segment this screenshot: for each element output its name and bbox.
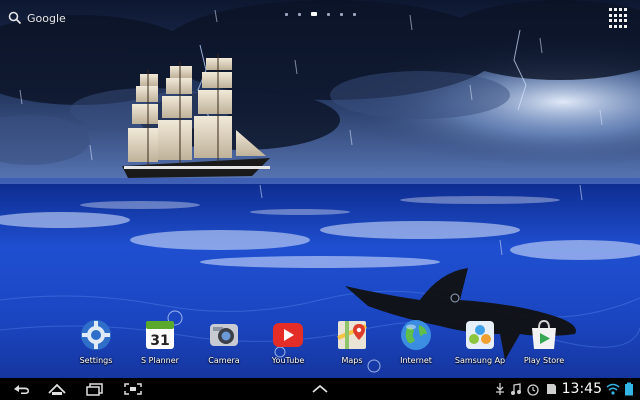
app-internet[interactable]: Internet [384,318,448,368]
screenshot-icon[interactable] [122,381,144,397]
page-dot-active [311,12,317,16]
page-dot [327,12,330,16]
app-s-planner[interactable]: 31 S Planner [128,318,192,368]
page-dot [285,12,288,16]
sd-card-icon [546,384,556,394]
clock-time: 13:45 [561,381,602,397]
app-settings[interactable]: Settings [64,318,128,368]
app-label: Maps [341,356,363,365]
app-maps[interactable]: Maps [320,318,384,368]
samsung-apps-icon [466,321,494,349]
mp3-icon [510,383,521,395]
apps-grid-icon[interactable] [609,8,629,28]
app-label: Settings [79,356,113,365]
app-play-store[interactable]: Play Store [512,318,576,368]
home-app-shortcuts: Settings 31 S Planner Camera YouTube Map… [64,318,592,368]
app-samsung-apps[interactable]: Samsung Ap [448,318,512,368]
chevron-up-icon[interactable] [309,381,331,397]
home-icon[interactable] [46,381,68,397]
maps-icon [337,321,367,349]
app-label: S Planner [141,356,179,365]
alarm-clock-icon [526,384,539,396]
youtube-icon [273,323,303,347]
settings-icon [81,320,111,350]
calendar-date: 31 [150,333,169,349]
globe-icon [401,320,431,350]
app-label: Samsung Ap [454,356,506,365]
google-search-widget[interactable]: Google [8,8,66,28]
recent-apps-icon[interactable] [84,381,106,397]
google-search-label: Google [27,11,66,25]
back-icon[interactable] [10,381,32,397]
page-dot [298,12,301,16]
search-icon [8,11,22,25]
page-dot [353,12,356,16]
app-camera[interactable]: Camera [192,318,256,368]
app-label: YouTube [271,356,305,365]
camera-icon [210,324,238,346]
usb-icon [495,383,504,395]
home-page-indicator [285,12,356,16]
system-navigation-bar: 13:45 [0,378,640,400]
calendar-icon: 31 [146,321,174,349]
app-label: Camera [208,356,240,365]
page-dot [340,12,343,16]
wifi-icon [606,383,620,395]
battery-icon [625,382,633,396]
app-youtube[interactable]: YouTube [256,318,320,368]
app-label: Internet [400,356,432,365]
status-area[interactable]: 13:45 [494,380,634,398]
play-store-icon [532,319,556,349]
app-label: Play Store [523,356,565,365]
